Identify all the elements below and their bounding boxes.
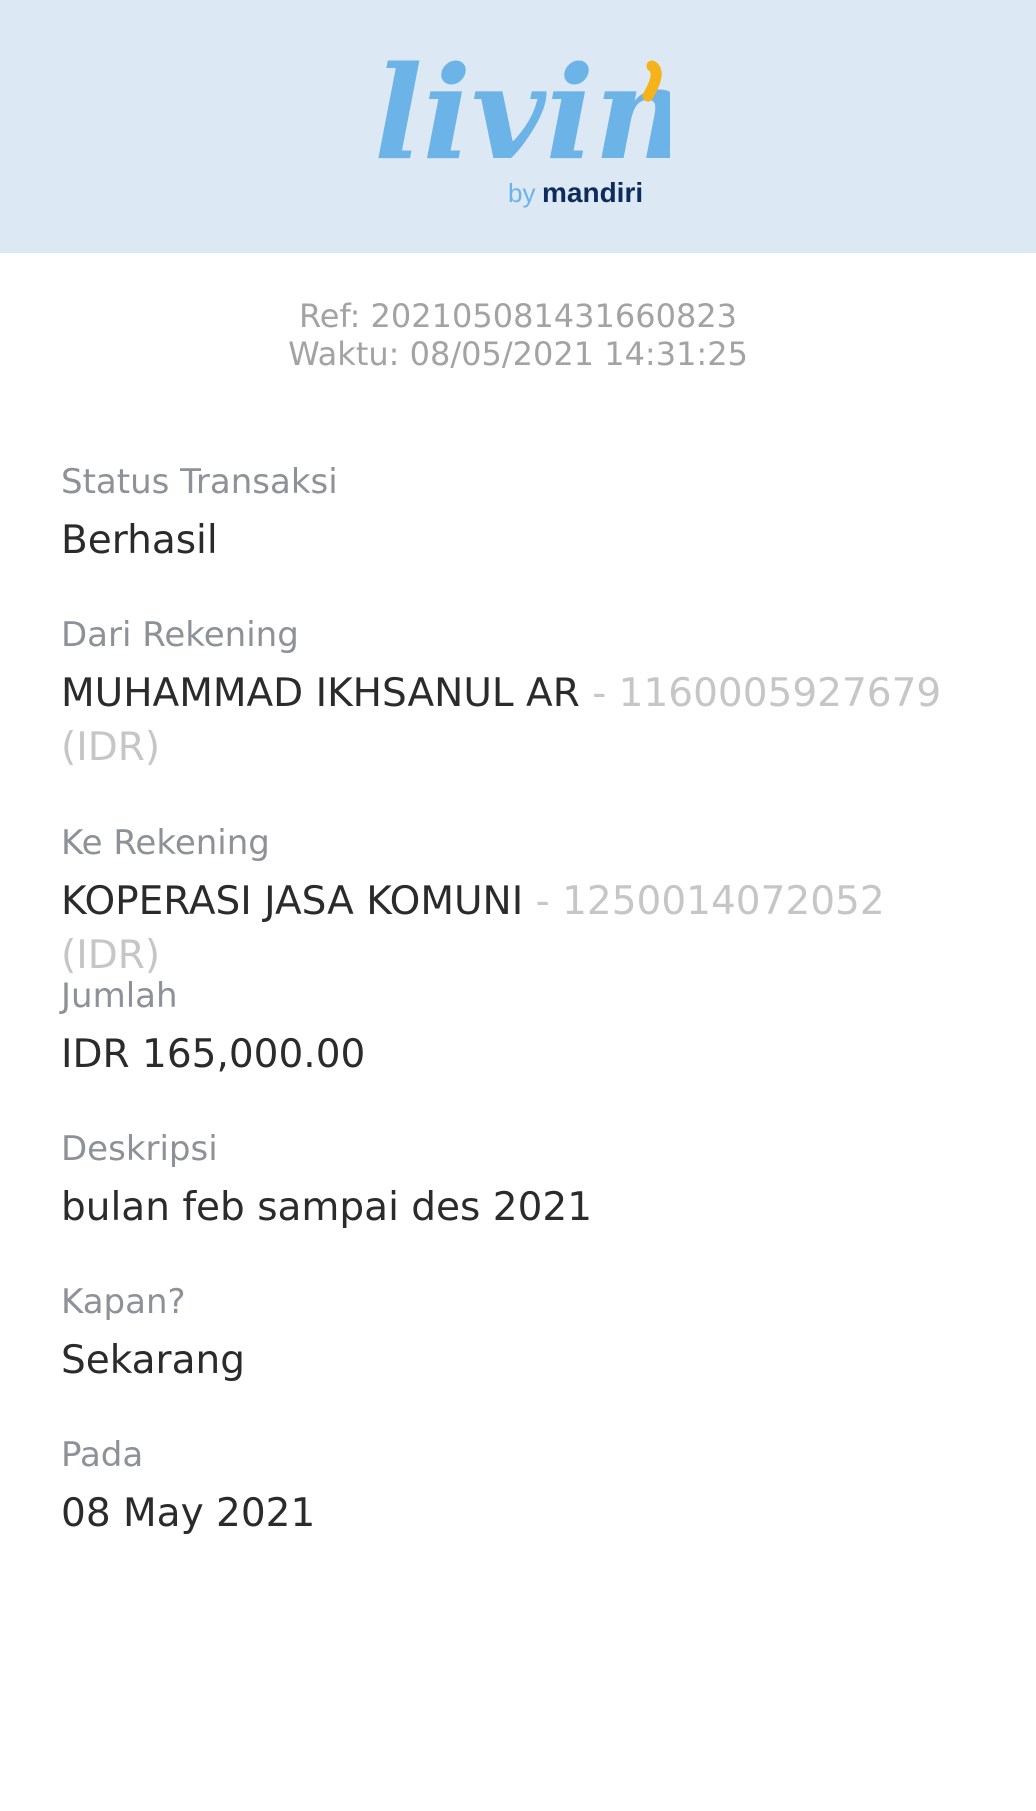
date-field: Pada 08 May 2021	[61, 1435, 981, 1541]
when-value: Sekarang	[61, 1338, 245, 1383]
receipt-header: livin' by mandiri	[0, 0, 1036, 253]
reference-number: Ref: 202105081431660823	[298, 297, 738, 335]
amount-value: IDR 165,000.00	[61, 1032, 366, 1077]
amount-field: Jumlah IDR 165,000.00	[61, 976, 981, 1082]
when-label: Kapan?	[61, 1282, 186, 1322]
svg-text:mandiri: mandiri	[542, 177, 643, 208]
date-label: Pada	[61, 1435, 144, 1475]
description-field: Deskripsi bulan feb sampai des 2021	[61, 1129, 981, 1235]
from-account-label: Dari Rekening	[61, 615, 299, 655]
transaction-time: Waktu: 08/05/2021 14:31:25	[288, 335, 748, 373]
when-field: Kapan? Sekarang	[61, 1282, 981, 1388]
to-account-field: Ke Rekening KOPERASI JASA KOMUNI - 12500…	[61, 823, 981, 983]
status-label: Status Transaksi	[61, 462, 338, 502]
svg-text:by: by	[508, 178, 535, 208]
to-account-name: KOPERASI JASA KOMUNI	[61, 879, 524, 924]
date-value: 08 May 2021	[61, 1491, 316, 1536]
amount-label: Jumlah	[61, 976, 178, 1016]
to-account-label: Ke Rekening	[61, 823, 270, 863]
status-field: Status Transaksi Berhasil	[61, 462, 981, 568]
from-account-field: Dari Rekening MUHAMMAD IKHSANUL AR - 116…	[61, 615, 981, 775]
to-account-value: KOPERASI JASA KOMUNI - 1250014072052 (ID…	[61, 875, 981, 983]
receipt-page: livin' by mandiri Ref: 20210508143166082…	[0, 0, 1036, 1811]
from-account-name: MUHAMMAD IKHSANUL AR	[61, 671, 580, 716]
status-value: Berhasil	[61, 518, 218, 563]
description-label: Deskripsi	[61, 1129, 218, 1169]
description-value: bulan feb sampai des 2021	[61, 1185, 593, 1230]
svg-text:livin': livin'	[374, 39, 670, 189]
from-account-value: MUHAMMAD IKHSANUL AR - 1160005927679 (ID…	[61, 667, 981, 775]
livin-mandiri-logo: livin' by mandiri	[370, 38, 670, 218]
